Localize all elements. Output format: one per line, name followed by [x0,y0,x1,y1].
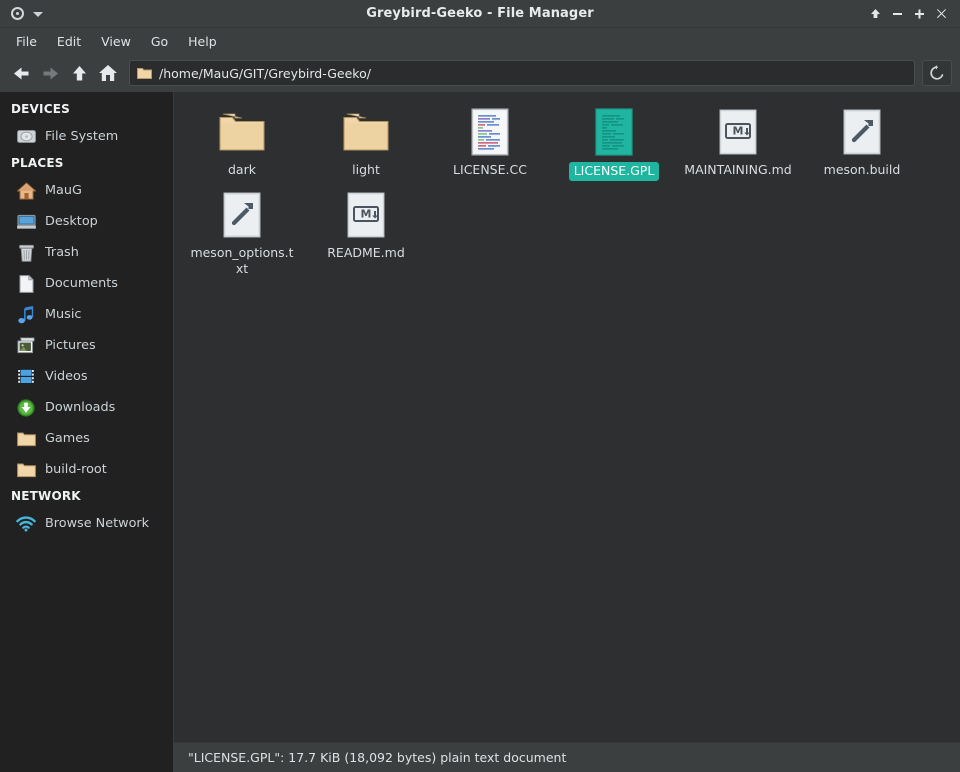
desktop-icon [16,212,36,232]
file-item[interactable]: light [304,102,428,185]
file-label: dark [228,162,256,177]
sidebar-item-label: Videos [45,369,88,384]
menu-file[interactable]: File [7,31,46,52]
sidebar-item-browse-network[interactable]: Browse Network [0,508,173,539]
file-item[interactable]: meson_options.txt [180,185,304,282]
text-document-icon [590,108,638,156]
build-hammer-icon [838,108,886,156]
network-wifi-icon [16,514,36,534]
file-item[interactable]: dark [180,102,304,185]
statusbar: "LICENSE.GPL": 17.7 KiB (18,092 bytes) p… [174,742,960,772]
film-icon [16,367,36,387]
folder-icon [16,460,36,480]
pictures-icon [16,336,36,356]
sidebar-item-maug[interactable]: MauG [0,175,173,206]
file-item[interactable]: M MAINTAINING.md [676,102,800,185]
folder-icon [342,108,390,156]
sidebar-header-network: NETWORK [11,489,81,503]
text-document-icon [466,108,514,156]
sidebar: DEVICES File System PLACES MauG Desktop … [0,92,173,772]
sidebar-header-places: PLACES [11,156,64,170]
sidebar-item-videos[interactable]: Videos [0,361,173,392]
forward-button [37,60,63,86]
sidebar-item-label: Music [45,307,82,322]
file-manager-window: Greybird-Geeko - File Manager File Edit … [0,0,960,772]
menu-edit[interactable]: Edit [48,31,90,52]
download-arrow-icon [16,398,36,418]
sidebar-item-label: Pictures [45,338,96,353]
icon-view[interactable]: dark light LICENSE.CC LICENSE.GPL M MAIN… [174,92,960,742]
sidebar-item-label: Browse Network [45,516,150,531]
file-label: LICENSE.GPL [568,162,660,181]
content-area: dark light LICENSE.CC LICENSE.GPL M MAIN… [173,92,960,772]
path-text: /home/MauG/GIT/Greybird-Geeko/ [159,65,371,81]
svg-text:M: M [361,207,372,220]
music-note-icon [16,305,36,325]
sidebar-item-trash[interactable]: Trash [0,237,173,268]
menu-view[interactable]: View [92,31,140,52]
markdown-document-icon: M [714,108,762,156]
path-entry[interactable]: /home/MauG/GIT/Greybird-Geeko/ [129,60,915,86]
menu-help[interactable]: Help [179,31,226,52]
home-icon [16,181,36,201]
chevron-down-icon[interactable] [33,12,43,17]
menu-go[interactable]: Go [142,31,177,52]
file-label: MAINTAINING.md [684,162,792,177]
status-text: "LICENSE.GPL": 17.7 KiB (18,092 bytes) p… [188,750,567,765]
sidebar-header-devices: DEVICES [11,102,70,116]
window-title: Greybird-Geeko - File Manager [366,6,594,21]
document-icon [16,274,36,294]
markdown-document-icon: M [342,191,390,239]
folder-icon [218,108,266,156]
file-label: light [352,162,380,177]
sidebar-item-label: MauG [45,183,82,198]
sidebar-item-music[interactable]: Music [0,299,173,330]
sidebar-item-file-system[interactable]: File System [0,121,173,152]
titlebar-left [0,7,43,20]
toolbar: /home/MauG/GIT/Greybird-Geeko/ [0,54,960,92]
sidebar-item-label: File System [45,129,119,144]
sidebar-item-label: Documents [45,276,118,291]
sidebar-item-build-root[interactable]: build-root [0,454,173,485]
close-button[interactable] [930,3,952,25]
build-hammer-icon [218,191,266,239]
sidebar-item-label: build-root [45,462,107,477]
folder-icon [16,429,36,449]
menubar: File Edit View Go Help [0,28,960,54]
window-body: DEVICES File System PLACES MauG Desktop … [0,92,960,772]
harddisk-icon [16,127,36,147]
home-button[interactable] [95,60,121,86]
file-label: meson_options.txt [190,244,294,277]
file-item[interactable]: M README.md [304,185,428,282]
file-label: meson.build [823,162,901,177]
sidebar-item-label: Desktop [45,214,98,229]
trash-icon [16,243,36,263]
file-label: README.md [327,244,405,260]
sidebar-item-desktop[interactable]: Desktop [0,206,173,237]
sidebar-item-label: Games [45,431,90,446]
file-item[interactable]: LICENSE.CC [428,102,552,185]
folder-icon [137,64,152,83]
window-controls [864,3,960,25]
shade-button[interactable] [864,3,886,25]
maximize-button[interactable] [908,3,930,25]
sidebar-item-downloads[interactable]: Downloads [0,392,173,423]
app-circle-icon[interactable] [11,7,24,20]
reload-button[interactable] [922,60,952,86]
file-item[interactable]: LICENSE.GPL [552,102,676,185]
file-label: LICENSE.CC [453,162,527,177]
minimize-button[interactable] [886,3,908,25]
up-button[interactable] [66,60,92,86]
sidebar-item-documents[interactable]: Documents [0,268,173,299]
file-item[interactable]: meson.build [800,102,924,185]
sidebar-item-games[interactable]: Games [0,423,173,454]
sidebar-item-label: Downloads [45,400,116,415]
sidebar-item-label: Trash [45,245,79,260]
back-button[interactable] [8,60,34,86]
sidebar-item-pictures[interactable]: Pictures [0,330,173,361]
titlebar: Greybird-Geeko - File Manager [0,0,960,28]
svg-text:M: M [733,125,744,138]
